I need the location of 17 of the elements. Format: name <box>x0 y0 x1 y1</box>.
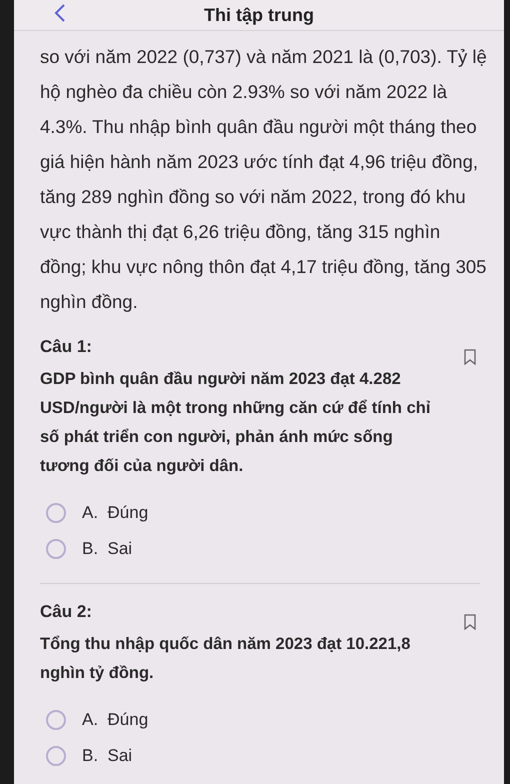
back-icon[interactable] <box>54 4 66 22</box>
question-text: GDP bình quân đầu người năm 2023 đạt 4.282 USD/người là một trong những căn cứ để tính chỉ số phát triển con người, phản ánh mức sống tương đối của người dân. <box>40 369 432 477</box>
bookmark-icon[interactable] <box>464 349 476 365</box>
answer-option[interactable]: B. Sai <box>40 531 132 567</box>
radio-button[interactable] <box>46 746 66 766</box>
radio-button[interactable] <box>46 710 66 730</box>
answer-option[interactable]: A. Đúng <box>40 495 148 531</box>
answer-option[interactable]: B. Sai <box>40 738 132 774</box>
question-text: Tổng thu nhập quốc dân năm 2023 đạt 10.221,8 nghìn tỷ đồng. <box>40 634 412 684</box>
bookmark-icon[interactable] <box>464 614 476 630</box>
radio-button[interactable] <box>46 503 66 523</box>
page-title: Thi tập trung <box>204 4 314 26</box>
passage-text: so với năm 2022 (0,737) và năm 2021 là (0,703). Tỷ lệ hộ nghèo đa chiều còn 2.93% so với năm 2022 là 4.3%. Thu nhập bình quân đầu người một tháng theo giá hiện hành năm 2023 ước tính đạt 4,96 triệu đồng, tăng 289 nghìn đồng so với năm 2022, trong đó khu vực thành thị đạt 6,26 triệu đồng, tăng 315 nghìn đồng; khu vực nông thôn đạt 4,17 triệu đồng, tăng 305 nghìn đồng. <box>40 45 488 314</box>
answer-option[interactable]: A. Đúng <box>40 702 148 738</box>
question-label: Câu 2: <box>40 602 92 622</box>
question-label: Câu 1: <box>40 337 92 357</box>
radio-button[interactable] <box>46 539 66 559</box>
